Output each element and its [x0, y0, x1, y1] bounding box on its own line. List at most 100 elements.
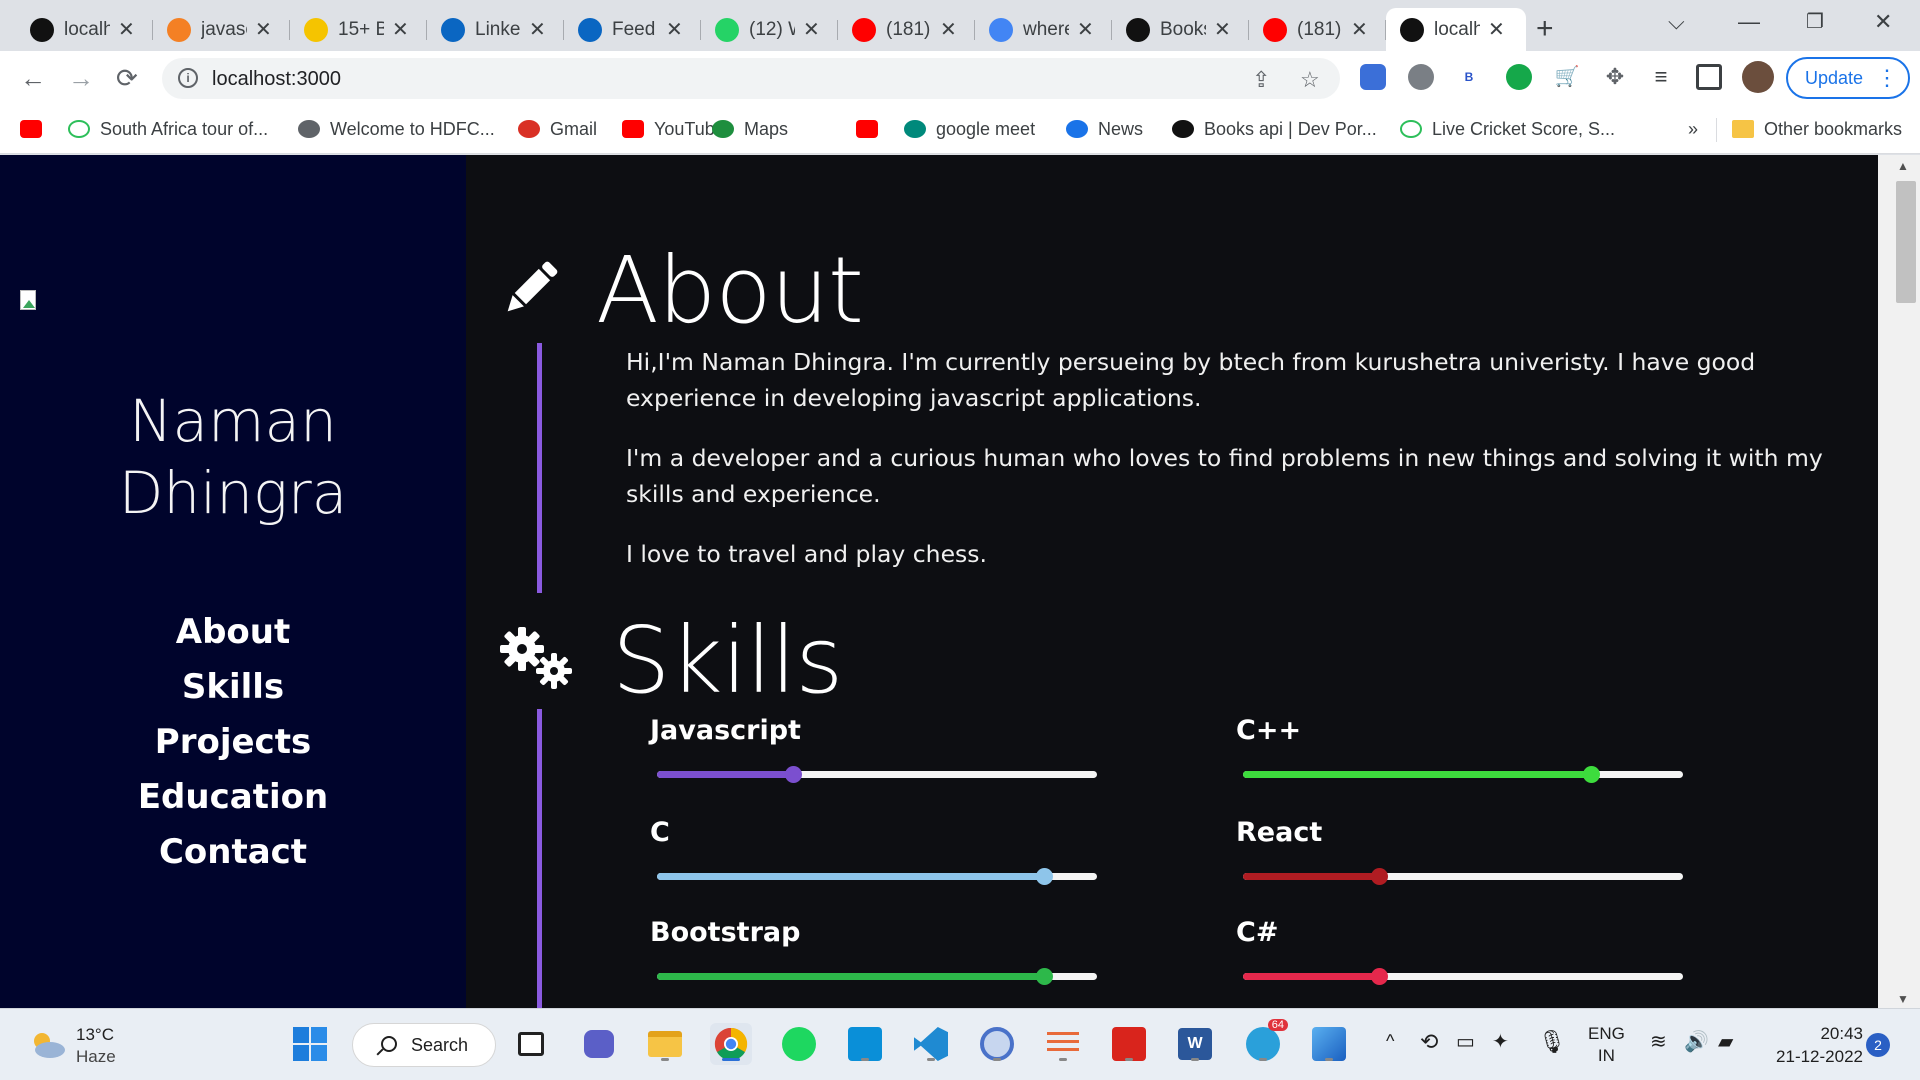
skill-slider-thumb[interactable] [1036, 868, 1054, 885]
bookmarks-overflow-button[interactable]: » [1688, 114, 1698, 144]
volume-icon[interactable]: 🔊 [1684, 1029, 1709, 1054]
acrobat-icon[interactable] [1108, 1023, 1150, 1065]
utility-app-icon[interactable] [976, 1023, 1018, 1065]
bookmark-item[interactable]: google meet [904, 114, 1035, 144]
browser-tab[interactable]: localhost:3000 ✕ [16, 8, 153, 51]
microphone-icon[interactable]: 🎙 [1538, 1029, 1566, 1055]
bookmark-item[interactable] [856, 114, 888, 144]
start-button[interactable] [289, 1023, 331, 1065]
vscode-icon[interactable] [910, 1023, 952, 1065]
reload-button[interactable]: ⟳ [116, 63, 138, 94]
nav-link-contact[interactable]: Contact [0, 825, 466, 880]
bookmark-item[interactable]: Maps [712, 114, 788, 144]
skill-slider-thumb[interactable] [1371, 968, 1389, 985]
tab-search-chevron-icon[interactable]: ⌵ [1668, 9, 1685, 35]
browser-tab[interactable]: (181) YouTube ✕ [1249, 8, 1386, 51]
wifi-icon[interactable]: ≋ [1650, 1029, 1667, 1054]
language-indicator[interactable]: ENG IN [1588, 1023, 1625, 1067]
close-tab-icon[interactable]: ✕ [1214, 17, 1231, 42]
close-tab-icon[interactable]: ✕ [529, 17, 546, 42]
bookmark-item[interactable]: Welcome to HDFC... [298, 114, 495, 144]
weather-widget[interactable]: 13°C Haze [28, 1023, 148, 1069]
browser-tab[interactable]: localhost:3000 ✕ [1386, 8, 1526, 51]
skill-slider-thumb[interactable] [785, 766, 803, 783]
display-icon[interactable]: ▭ [1456, 1029, 1475, 1054]
extension-icon[interactable] [1408, 64, 1434, 90]
bookmark-item[interactable]: Live Cricket Score, S... [1400, 114, 1615, 144]
browser-tab[interactable]: javascript ✕ [153, 8, 290, 51]
close-tab-icon[interactable]: ✕ [1351, 17, 1368, 42]
more-menu-icon[interactable]: ⋮ [1876, 59, 1898, 97]
dropbox-icon[interactable]: ✦ [1492, 1029, 1509, 1054]
bookmark-item[interactable]: Gmail [518, 114, 597, 144]
share-icon[interactable]: ⇪ [1252, 67, 1270, 93]
scroll-down-arrow-icon[interactable]: ▼ [1897, 992, 1909, 1006]
close-tab-icon[interactable]: ✕ [118, 17, 135, 42]
skill-slider-thumb[interactable] [1036, 968, 1054, 985]
sync-icon[interactable]: ⟲ [1420, 1029, 1438, 1055]
screen-capture-app-icon[interactable] [844, 1023, 886, 1065]
browser-tab[interactable]: Books ✕ [1112, 8, 1249, 51]
extension-icon[interactable] [1360, 64, 1386, 90]
close-tab-icon[interactable]: ✕ [666, 17, 683, 42]
skill-slider-thumb[interactable] [1371, 868, 1389, 885]
notes-app-icon[interactable] [1042, 1023, 1084, 1065]
task-view-icon[interactable] [510, 1023, 552, 1065]
scrollbar-thumb[interactable] [1896, 181, 1916, 303]
battery-icon[interactable]: ▰ [1718, 1029, 1733, 1054]
skill-slider-track[interactable] [1243, 766, 1683, 783]
address-bar[interactable]: i localhost:3000 ⇪ ☆ [162, 58, 1340, 99]
browser-tab[interactable]: Feed ✕ [564, 8, 701, 51]
notification-count-badge[interactable]: 2 [1866, 1033, 1890, 1057]
scroll-up-arrow-icon[interactable]: ▲ [1897, 159, 1909, 173]
skill-slider-track[interactable] [1243, 868, 1683, 885]
close-window-button[interactable]: ✕ [1874, 9, 1892, 35]
spotify-icon[interactable] [778, 1023, 820, 1065]
nav-link-projects[interactable]: Projects [0, 715, 466, 770]
browser-tab[interactable]: where ✕ [975, 8, 1112, 51]
grammarly-icon[interactable] [1506, 64, 1532, 90]
system-clock[interactable]: 20:43 21-12-2022 [1745, 1022, 1863, 1068]
extension-b-icon[interactable]: B [1456, 64, 1482, 90]
bookmark-item[interactable] [20, 114, 52, 144]
nav-link-education[interactable]: Education [0, 770, 466, 825]
browser-tab[interactable]: LinkedIn ✕ [427, 8, 564, 51]
other-bookmarks-folder[interactable]: Other bookmarks [1732, 114, 1902, 144]
taskbar-search[interactable]: Search [352, 1023, 496, 1067]
update-button[interactable]: Update ⋮ [1786, 57, 1910, 99]
teams-chat-icon[interactable] [578, 1023, 620, 1065]
profile-avatar[interactable] [1742, 61, 1774, 93]
bookmark-item[interactable]: Books api | Dev Por... [1172, 114, 1377, 144]
close-tab-icon[interactable]: ✕ [940, 17, 957, 42]
side-panel-icon[interactable] [1696, 64, 1722, 90]
photos-icon[interactable] [1308, 1023, 1350, 1065]
nav-link-about[interactable]: About [0, 605, 466, 660]
close-tab-icon[interactable]: ✕ [1077, 17, 1094, 42]
skill-slider-track[interactable] [657, 968, 1097, 985]
skill-slider-track[interactable] [1243, 968, 1683, 985]
new-tab-button[interactable]: + [1536, 12, 1554, 46]
telegram-icon[interactable]: 64 [1242, 1019, 1288, 1065]
page-scrollbar[interactable]: ▲ ▼ [1878, 155, 1920, 1008]
browser-tab[interactable]: 15+ Best ✕ [290, 8, 427, 51]
skill-slider-track[interactable] [657, 766, 1097, 783]
bookmark-item[interactable]: News [1066, 114, 1143, 144]
show-hidden-icons-chevron-icon[interactable]: ^ [1386, 1031, 1394, 1052]
browser-tab[interactable]: (181) YouTube ✕ [838, 8, 975, 51]
forward-button[interactable]: → [68, 63, 94, 94]
close-tab-icon[interactable]: ✕ [1488, 17, 1505, 42]
bookmark-star-icon[interactable]: ☆ [1300, 67, 1320, 93]
bookmark-item[interactable]: YouTube [622, 114, 725, 144]
skill-slider-thumb[interactable] [1582, 766, 1600, 783]
site-info-icon[interactable]: i [178, 68, 198, 88]
minimize-button[interactable]: — [1738, 9, 1760, 35]
reading-list-icon[interactable]: ≡ [1648, 64, 1674, 90]
file-explorer-icon[interactable] [644, 1023, 686, 1065]
close-tab-icon[interactable]: ✕ [255, 17, 272, 42]
close-tab-icon[interactable]: ✕ [392, 17, 409, 42]
restore-button[interactable]: ❐ [1806, 9, 1824, 34]
extensions-puzzle-icon[interactable]: ✥ [1602, 64, 1628, 90]
bookmark-item[interactable]: South Africa tour of... [68, 114, 268, 144]
address-url[interactable]: localhost:3000 [212, 68, 341, 91]
back-button[interactable]: ← [20, 63, 46, 94]
